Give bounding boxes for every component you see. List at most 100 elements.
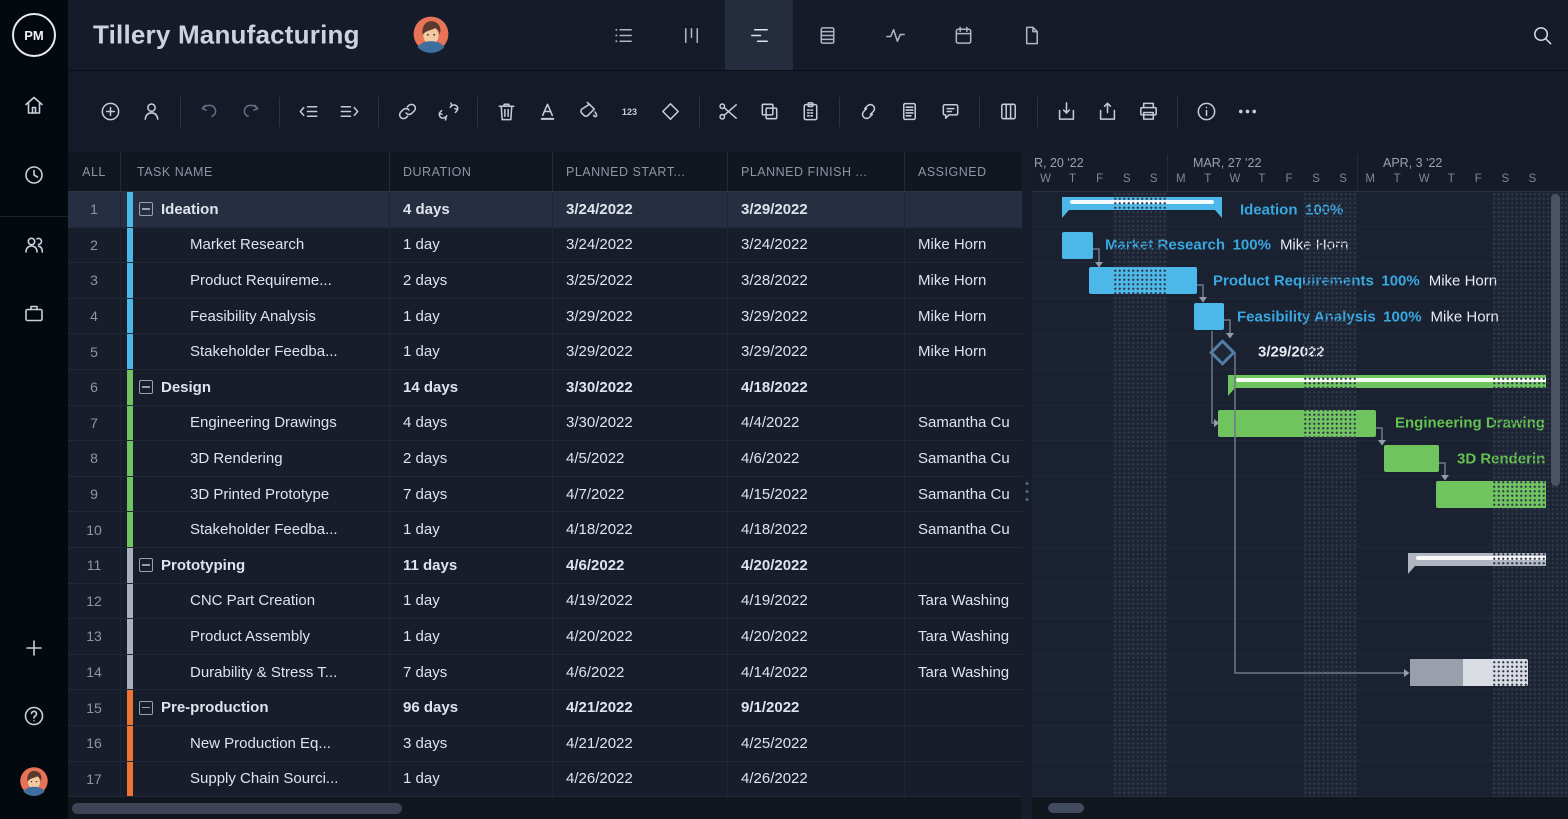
task-name-cell[interactable]: 3D Rendering [121, 441, 390, 476]
sidebar-item-portfolio[interactable] [18, 297, 50, 329]
assigned-cell[interactable]: Mike Horn [905, 263, 1022, 298]
fill-color-button[interactable] [568, 91, 609, 133]
planned-finish-cell[interactable]: 4/4/2022 [728, 406, 905, 441]
table-row[interactable]: 14 Durability & Stress T... 7 days 4/6/2… [68, 655, 1022, 691]
planned-start-cell[interactable]: 3/29/2022 [553, 334, 728, 369]
planned-start-cell[interactable]: 3/24/2022 [553, 192, 728, 227]
tab-sheet-view[interactable] [793, 0, 861, 70]
app-logo[interactable]: PM [12, 13, 56, 57]
duration-cell[interactable]: 14 days [390, 370, 553, 405]
redo-button[interactable] [230, 91, 271, 133]
table-row[interactable]: 5 Stakeholder Feedba... 1 day 3/29/2022 … [68, 334, 1022, 370]
duration-cell[interactable]: 96 days [390, 690, 553, 725]
gantt-task-bar[interactable] [1194, 303, 1224, 330]
duration-cell[interactable]: 4 days [390, 406, 553, 441]
assign-button[interactable] [131, 91, 172, 133]
duration-cell[interactable]: 3 days [390, 726, 553, 761]
duration-cell[interactable]: 1 day [390, 619, 553, 654]
assigned-cell[interactable] [905, 548, 1022, 583]
task-name-cell[interactable]: Product Requireme... [121, 263, 390, 298]
task-name-cell[interactable]: Market Research [121, 228, 390, 263]
table-row[interactable]: 16 New Production Eq... 3 days 4/21/2022… [68, 726, 1022, 762]
planned-finish-cell[interactable]: 4/20/2022 [728, 619, 905, 654]
collapse-group-icon[interactable] [139, 202, 153, 216]
task-name-cell[interactable]: Durability & Stress T... [121, 655, 390, 690]
font-color-button[interactable] [527, 91, 568, 133]
more-button[interactable] [1227, 91, 1268, 133]
sidebar-user-avatar[interactable] [19, 766, 49, 796]
assigned-cell[interactable]: Samantha Cu [905, 512, 1022, 547]
sidebar-item-plus[interactable] [18, 632, 50, 664]
planned-finish-cell[interactable]: 4/19/2022 [728, 584, 905, 619]
duration-cell[interactable]: 11 days [390, 548, 553, 583]
table-row[interactable]: 15 Pre-production 96 days 4/21/2022 9/1/… [68, 690, 1022, 726]
planned-start-cell[interactable]: 4/5/2022 [553, 441, 728, 476]
duration-cell[interactable]: 2 days [390, 263, 553, 298]
planned-start-cell[interactable]: 4/7/2022 [553, 477, 728, 512]
info-button[interactable] [1186, 91, 1227, 133]
assigned-cell[interactable]: Tara Washing [905, 655, 1022, 690]
duration-cell[interactable]: 1 day [390, 584, 553, 619]
assigned-cell[interactable]: Samantha Cu [905, 441, 1022, 476]
print-button[interactable] [1128, 91, 1169, 133]
table-row[interactable]: 3 Product Requireme... 2 days 3/25/2022 … [68, 263, 1022, 299]
task-name-cell[interactable]: New Production Eq... [121, 726, 390, 761]
assigned-cell[interactable] [905, 762, 1022, 797]
task-name-cell[interactable]: Feasibility Analysis [121, 299, 390, 334]
table-row[interactable]: 6 Design 14 days 3/30/2022 4/18/2022 [68, 370, 1022, 406]
table-row[interactable]: 2 Market Research 1 day 3/24/2022 3/24/2… [68, 228, 1022, 264]
assigned-cell[interactable]: Tara Washing [905, 619, 1022, 654]
tab-activity-view[interactable] [861, 0, 929, 70]
table-row[interactable]: 7 Engineering Drawings 4 days 3/30/2022 … [68, 406, 1022, 442]
planned-start-cell[interactable]: 3/29/2022 [553, 299, 728, 334]
gantt-task-bar[interactable] [1062, 232, 1093, 259]
assigned-cell[interactable]: Tara Washing [905, 584, 1022, 619]
table-row[interactable]: 1 Ideation 4 days 3/24/2022 3/29/2022 [68, 192, 1022, 228]
assigned-cell[interactable]: Mike Horn [905, 334, 1022, 369]
planned-finish-cell[interactable]: 3/29/2022 [728, 192, 905, 227]
gantt-milestone[interactable] [1209, 339, 1236, 366]
planned-start-cell[interactable]: 3/30/2022 [553, 370, 728, 405]
planned-finish-cell[interactable]: 4/6/2022 [728, 441, 905, 476]
notes-button[interactable] [889, 91, 930, 133]
planned-start-cell[interactable]: 4/6/2022 [553, 548, 728, 583]
cut-button[interactable] [708, 91, 749, 133]
planned-finish-cell[interactable]: 9/1/2022 [728, 690, 905, 725]
table-row[interactable]: 4 Feasibility Analysis 1 day 3/29/2022 3… [68, 299, 1022, 335]
search-button[interactable] [1517, 0, 1567, 70]
table-row[interactable]: 11 Prototyping 11 days 4/6/2022 4/20/202… [68, 548, 1022, 584]
task-name-cell[interactable]: CNC Part Creation [121, 584, 390, 619]
planned-start-cell[interactable]: 4/19/2022 [553, 584, 728, 619]
planned-start-cell[interactable]: 3/30/2022 [553, 406, 728, 441]
table-row[interactable]: 8 3D Rendering 2 days 4/5/2022 4/6/2022 … [68, 441, 1022, 477]
duration-cell[interactable]: 4 days [390, 192, 553, 227]
assigned-cell[interactable]: Mike Horn [905, 299, 1022, 334]
collapse-group-icon[interactable] [139, 701, 153, 715]
attachment-button[interactable] [848, 91, 889, 133]
tab-docs-view[interactable] [997, 0, 1065, 70]
sidebar-item-team[interactable] [18, 229, 50, 261]
planned-finish-cell[interactable]: 4/15/2022 [728, 477, 905, 512]
task-name-cell[interactable]: 3D Printed Prototype [121, 477, 390, 512]
panel-splitter[interactable] [1022, 152, 1032, 819]
sidebar-item-clock[interactable] [18, 159, 50, 191]
sidebar-item-help[interactable] [18, 700, 50, 732]
planned-start-cell[interactable]: 4/21/2022 [553, 690, 728, 725]
assigned-cell[interactable] [905, 726, 1022, 761]
number-button[interactable] [609, 91, 650, 133]
planned-start-cell[interactable]: 3/24/2022 [553, 228, 728, 263]
task-name-cell[interactable]: Ideation [121, 192, 390, 227]
comment-button[interactable] [930, 91, 971, 133]
task-name-cell[interactable]: Engineering Drawings [121, 406, 390, 441]
tab-calendar-view[interactable] [929, 0, 997, 70]
outdent-button[interactable] [288, 91, 329, 133]
task-name-cell[interactable]: Product Assembly [121, 619, 390, 654]
table-row[interactable]: 9 3D Printed Prototype 7 days 4/7/2022 4… [68, 477, 1022, 513]
assigned-cell[interactable] [905, 690, 1022, 725]
planned-finish-cell[interactable]: 3/29/2022 [728, 299, 905, 334]
duration-cell[interactable]: 1 day [390, 334, 553, 369]
table-hscrollbar-thumb[interactable] [72, 803, 402, 814]
assigned-cell[interactable]: Samantha Cu [905, 477, 1022, 512]
task-name-cell[interactable]: Design [121, 370, 390, 405]
columns-button[interactable] [988, 91, 1029, 133]
